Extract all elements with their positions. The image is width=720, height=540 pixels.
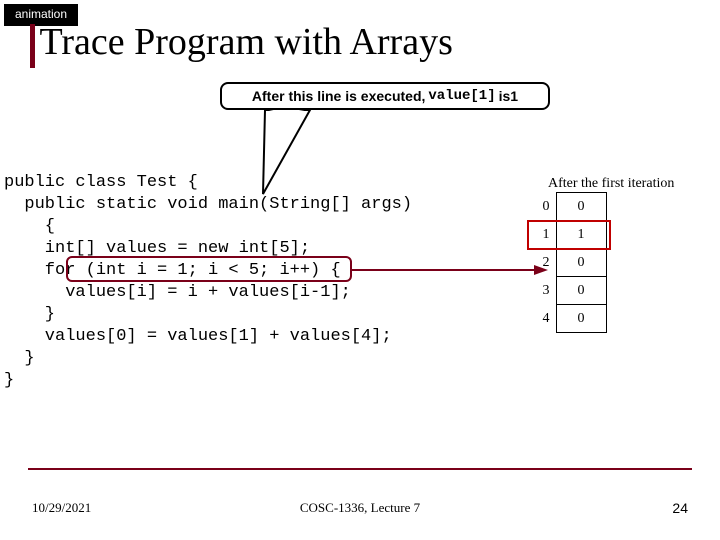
callout-tail: [255, 106, 315, 196]
callout-mid: is: [499, 88, 511, 104]
footer-rule: [28, 468, 692, 470]
callout-box: After this line is executed, value[1] is…: [220, 82, 550, 110]
array-row: 00: [532, 193, 606, 221]
code-line: values[i] = i + values[i-1];: [4, 283, 351, 302]
slide-title: Trace Program with Arrays: [30, 20, 453, 64]
code-line: public class Test {: [4, 173, 198, 192]
code-line: values[0] = values[1] + values[4];: [4, 327, 392, 346]
array-val: 0: [556, 277, 606, 305]
array-row: 40: [532, 305, 606, 333]
diagram-caption: After the first iteration: [548, 176, 674, 192]
code-line: }: [4, 371, 14, 390]
callout-val: 1: [510, 88, 518, 104]
callout-code: value[1]: [428, 88, 495, 104]
footer-course: COSC-1336, Lecture 7: [0, 500, 720, 516]
code-line: {: [4, 217, 55, 236]
array-row-highlight: [527, 220, 611, 250]
array-val: 0: [556, 193, 606, 221]
footer-page: 24: [672, 500, 688, 516]
code-line: }: [4, 305, 55, 324]
code-highlight-box: [66, 256, 352, 282]
callout-prefix: After this line is executed,: [252, 88, 426, 104]
code-line: public static void main(String[] args): [4, 195, 412, 214]
array-val: 0: [556, 305, 606, 333]
title-text: Trace Program with Arrays: [40, 21, 453, 63]
code-line: }: [4, 349, 35, 368]
array-idx: 0: [532, 193, 556, 221]
array-idx: 4: [532, 305, 556, 333]
arrow-to-diagram: [352, 264, 552, 284]
array-diagram: After the first iteration 00 11 20 30 40: [532, 192, 607, 333]
array-table: 00 11 20 30 40: [532, 192, 607, 333]
array-val: 0: [556, 249, 606, 277]
